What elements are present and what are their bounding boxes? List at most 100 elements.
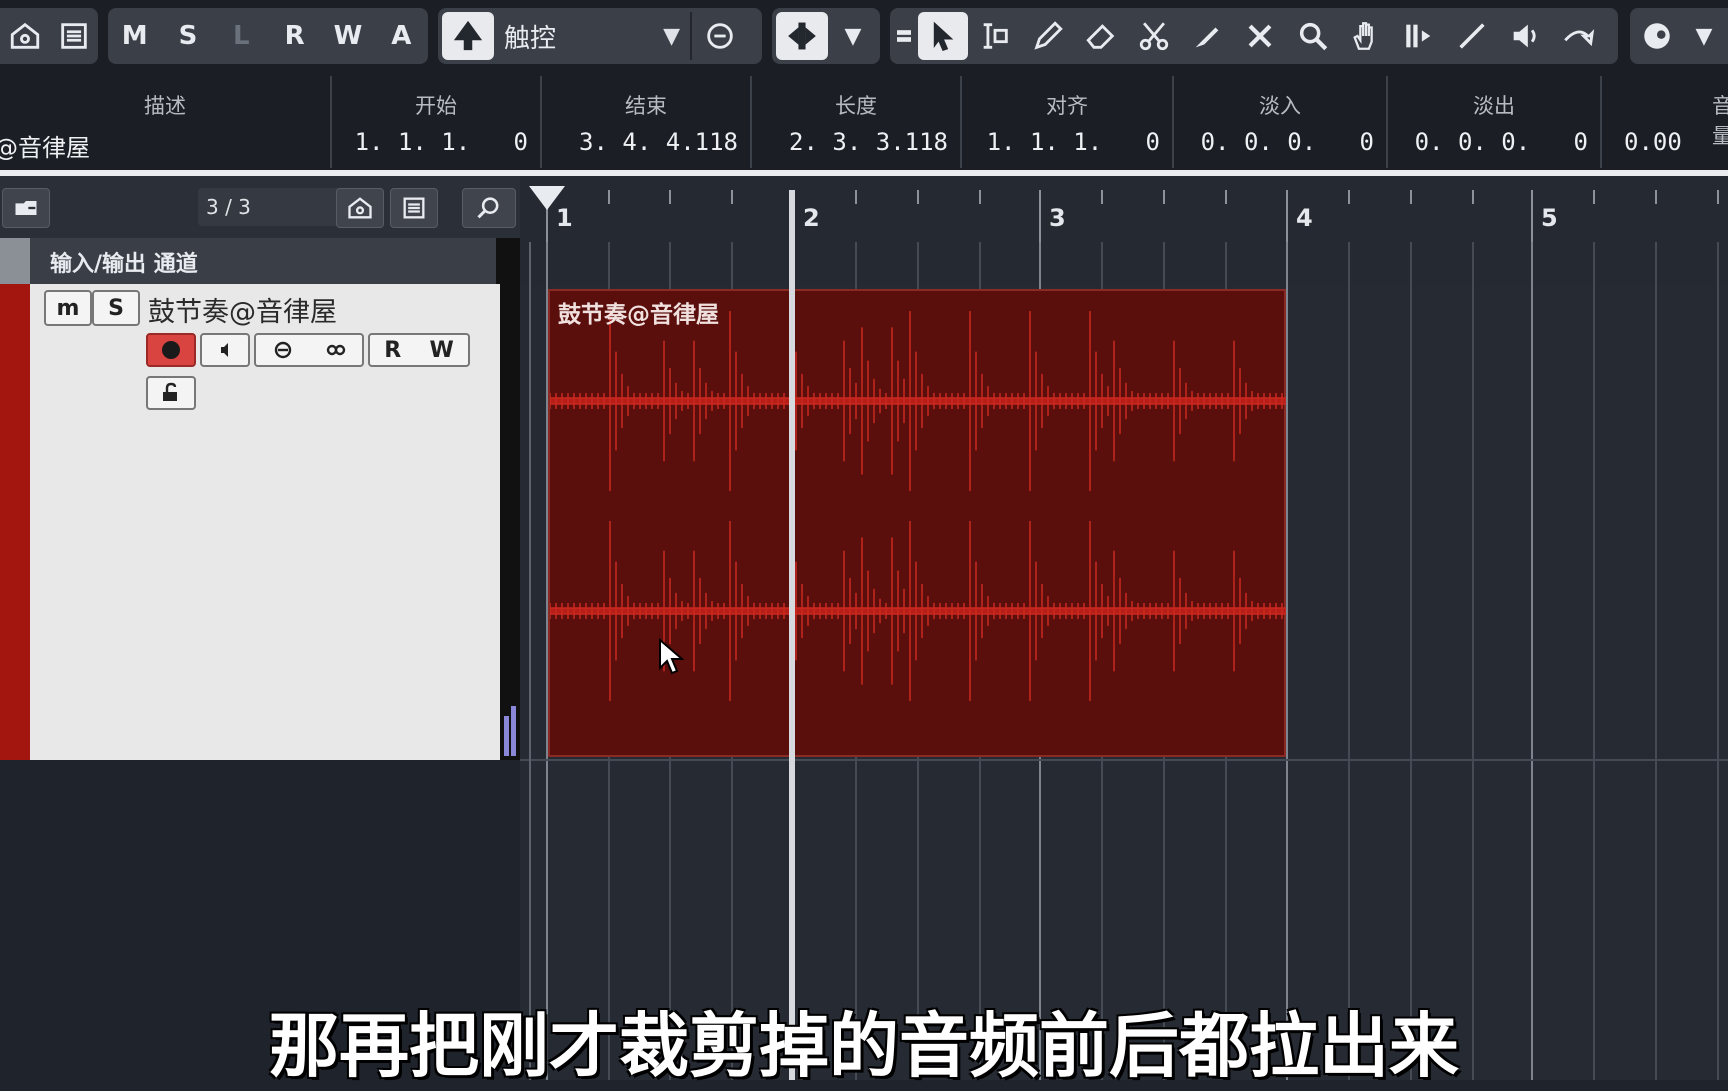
toolbar-group-left (0, 8, 98, 64)
read-automation-button[interactable]: R (384, 338, 401, 363)
toolbar: M S L R W A 触控 ▼ ▼ ▼ (0, 0, 1728, 76)
meter-bar-right (511, 706, 516, 756)
folder-track-label: 输入/输出 通道 (50, 252, 198, 277)
solo-button[interactable]: S (92, 290, 140, 326)
list-icon[interactable] (50, 12, 98, 60)
glue-tool-icon[interactable] (1180, 12, 1233, 60)
audio-event-name: 鼓节奏@音律屋 (558, 302, 719, 328)
info-value: 0. 0. 0. 0 (1200, 128, 1374, 156)
info-value: 0. 0. 0. 0 (1414, 128, 1588, 156)
meter-bar-left (504, 716, 509, 756)
info-line: 描述 @音律屋 开始 1. 1. 1. 0 结束 3. 4. 4.118 长度 … (0, 76, 1728, 170)
project-cursor[interactable] (789, 190, 795, 1080)
range-tool-icon[interactable] (968, 12, 1021, 60)
edit-icon (274, 341, 291, 359)
link-icon (326, 344, 345, 356)
solo-all-button[interactable]: S (161, 12, 214, 60)
chevron-down-icon[interactable]: ▼ (828, 12, 878, 60)
automation-mode-icon[interactable] (442, 12, 494, 60)
automation-panel-button[interactable]: A (375, 12, 428, 60)
info-head: 对齐 (1046, 94, 1088, 118)
bar-number: 3 (1049, 204, 1066, 232)
monitor-button[interactable] (200, 333, 250, 367)
unlock-icon (163, 382, 177, 401)
home-icon[interactable] (336, 188, 384, 228)
automation-group: M S L R W A (108, 8, 428, 64)
color-tool-icon[interactable] (1630, 12, 1684, 60)
zoom-tool-icon[interactable] (1286, 12, 1339, 60)
info-col-description[interactable]: 描述 @音律屋 (0, 76, 332, 168)
folder-meter (496, 238, 520, 284)
info-head: 音量 (1712, 94, 1728, 148)
folder-color (0, 238, 30, 284)
edit-icon[interactable] (690, 12, 748, 60)
info-value: 0.00 (1624, 128, 1682, 156)
info-value: 2. 3. 3.118 (789, 128, 948, 156)
folder-track-row[interactable]: 输入/输出 通道 (0, 238, 520, 284)
info-head: 淡入 (1259, 94, 1301, 118)
bar-number: 4 (1296, 204, 1313, 232)
add-track-icon[interactable] (2, 188, 50, 228)
info-col-start[interactable]: 开始 1. 1. 1. 0 (332, 76, 542, 168)
color-group: ▼ (1630, 8, 1728, 64)
bar-number: 2 (803, 204, 820, 232)
home-icon[interactable] (0, 12, 50, 60)
info-head: 长度 (835, 94, 877, 118)
info-head: 淡出 (1473, 94, 1515, 118)
read-all-button[interactable]: R (268, 12, 321, 60)
mouse-cursor-icon (658, 637, 685, 680)
mute-all-button[interactable]: M (108, 12, 161, 60)
record-enable-button[interactable] (146, 333, 196, 367)
hand-tool-icon[interactable] (1339, 12, 1392, 60)
list-icon[interactable] (390, 188, 438, 228)
info-head: 结束 (625, 94, 667, 118)
pencil-tool-icon[interactable] (1021, 12, 1074, 60)
auto-scroll-icon[interactable] (776, 12, 828, 60)
left-locator-icon[interactable] (529, 186, 565, 212)
info-value: 3. 4. 4.118 (579, 128, 738, 156)
write-automation-button[interactable]: W (430, 338, 454, 363)
info-col-length[interactable]: 长度 2. 3. 3.118 (752, 76, 962, 168)
speaker-tool-icon[interactable] (1498, 12, 1551, 60)
info-value: 1. 1. 1. 0 (986, 128, 1160, 156)
edit-channel-button[interactable] (254, 333, 364, 367)
record-icon (162, 341, 180, 359)
ruler[interactable]: 1 2 3 4 5 (520, 176, 1728, 242)
mute-solo-group: m S (44, 290, 140, 326)
write-all-button[interactable]: W (321, 12, 374, 60)
listen-button[interactable]: L (215, 12, 268, 60)
chevron-down-icon[interactable]: ▼ (1684, 12, 1724, 60)
automation-mode-label: 触控 (504, 23, 557, 54)
scissors-tool-icon[interactable] (1127, 12, 1180, 60)
tool-handle-icon (890, 12, 918, 60)
track-color-strip (0, 284, 30, 760)
audio-event[interactable]: 鼓节奏@音律屋 (548, 289, 1286, 757)
search-icon[interactable] (462, 188, 516, 228)
info-col-snap[interactable]: 对齐 1. 1. 1. 0 (962, 76, 1174, 168)
bar-number: 5 (1541, 204, 1558, 232)
tools-group (890, 8, 1618, 64)
video-subtitle: 那再把刚才裁剪掉的音频前后都拉出来 (269, 1005, 1459, 1087)
info-col-fade-in[interactable]: 淡入 0. 0. 0. 0 (1174, 76, 1388, 168)
comp-tool-icon[interactable] (1551, 12, 1604, 60)
info-value: @音律屋 (0, 134, 90, 162)
info-col-fade-out[interactable]: 淡出 0. 0. 0. 0 (1388, 76, 1602, 168)
info-col-end[interactable]: 结束 3. 4. 4.118 (542, 76, 752, 168)
snap-group: ▼ (772, 8, 880, 64)
info-col-volume[interactable]: 音量 0.00 (1602, 76, 1728, 168)
info-head: 开始 (415, 94, 457, 118)
read-write-group[interactable]: R W (368, 333, 470, 367)
mute-button[interactable]: m (44, 290, 92, 326)
info-value: 1. 1. 1. 0 (354, 128, 528, 156)
line-tool-icon[interactable] (1445, 12, 1498, 60)
info-head: 描述 (144, 94, 186, 118)
automation-mode-select[interactable]: 触控 ▼ (494, 12, 690, 60)
chevron-down-icon: ▼ (663, 23, 680, 49)
mute-tool-icon[interactable] (1233, 12, 1286, 60)
lock-button[interactable] (146, 376, 196, 410)
timewarp-tool-icon[interactable] (1392, 12, 1445, 60)
track-name[interactable]: 鼓节奏@音律屋 (148, 290, 337, 329)
pointer-tool-icon[interactable] (918, 12, 968, 60)
eraser-tool-icon[interactable] (1074, 12, 1127, 60)
automation-mode-group: 触控 ▼ (438, 8, 762, 64)
